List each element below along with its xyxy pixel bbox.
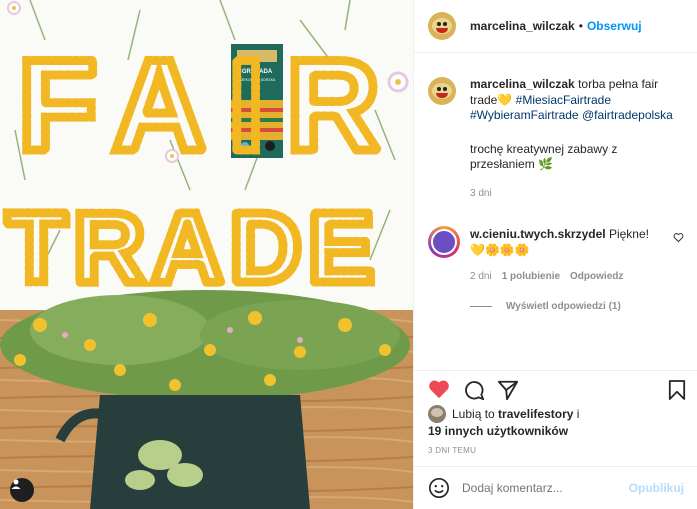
- likes-conj: i: [576, 407, 580, 421]
- heart-emoji: 💛: [497, 92, 513, 107]
- publish-button[interactable]: Opublikuj: [629, 481, 684, 495]
- comment-likes[interactable]: 1 polubienie: [502, 271, 560, 282]
- comment-input[interactable]: [462, 481, 629, 495]
- post-photo[interactable]: GRENADA CZEKOLADA GORZKA FAIR TRADE: [0, 0, 413, 509]
- save-bookmark-icon[interactable]: [668, 379, 686, 401]
- comment-meta: 2 dni 1 polubienie Odpowiedz: [470, 271, 684, 282]
- author-avatar[interactable]: [428, 12, 456, 40]
- leaf-emoji: 🌿: [538, 157, 553, 171]
- caption-body: marcelina_wilczak torba pełna fair trade…: [470, 77, 684, 201]
- action-bar: [414, 370, 697, 410]
- like-heart-icon[interactable]: [428, 379, 450, 399]
- comment-like-icon[interactable]: [673, 232, 684, 243]
- commenter-username[interactable]: w.cieniu.twych.skrzydel: [470, 227, 606, 241]
- comment-time[interactable]: 2 dni: [470, 271, 492, 282]
- comment-body: w.cieniu.twych.skrzydel Piękne! 💛🌼🌼🌼: [470, 226, 670, 258]
- caption-avatar[interactable]: [428, 77, 456, 105]
- lettering-word-fair: FAIR: [18, 32, 402, 178]
- commenter-avatar[interactable]: [428, 226, 460, 258]
- post-sidebar: marcelina_wilczak • Obserwuj marcelina_w…: [413, 0, 697, 509]
- caption-username[interactable]: marcelina_wilczak: [470, 77, 575, 91]
- hashtag-link[interactable]: #WybieramFairtrade: [470, 108, 579, 122]
- spilled-greens: [0, 290, 410, 400]
- caption: marcelina_wilczak torba pełna fair trade…: [428, 77, 684, 201]
- view-replies-button[interactable]: Wyświetl odpowiedzi (1): [470, 301, 684, 312]
- post-header: marcelina_wilczak • Obserwuj: [414, 0, 697, 53]
- hashtag-link[interactable]: #MiesiacFairtrade: [516, 93, 611, 107]
- tote-bag: [55, 395, 310, 509]
- liker-avatar[interactable]: [428, 405, 446, 423]
- caption-time[interactable]: 3 dni: [470, 186, 684, 202]
- comment-text: Piękne!: [608, 227, 649, 241]
- post-timestamp[interactable]: 3 DNI TEMU: [428, 446, 476, 455]
- view-replies-label: Wyświetl odpowiedzi (1): [506, 301, 621, 312]
- comments-list[interactable]: marcelina_wilczak torba pełna fair trade…: [414, 54, 697, 370]
- other-likers-link[interactable]: 19 innych użytkowników: [428, 424, 568, 438]
- tagged-users-icon[interactable]: [10, 478, 34, 502]
- likes-prefix: Lubią to: [452, 407, 495, 421]
- dandelion-lettering: FAIR TRADE: [2, 28, 402, 309]
- comment: w.cieniu.twych.skrzydel Piękne! 💛🌼🌼🌼: [428, 226, 684, 258]
- follow-button[interactable]: Obserwuj: [587, 19, 642, 33]
- lettering-word-trade: TRADE: [6, 192, 380, 304]
- add-comment-bar: Opublikuj: [414, 466, 697, 509]
- author-username[interactable]: marcelina_wilczak: [470, 19, 575, 33]
- emoji-icon[interactable]: [428, 477, 450, 499]
- mention-link[interactable]: @fairtradepolska: [582, 108, 673, 122]
- liker-username[interactable]: travelifestory: [498, 406, 573, 422]
- photo-illustration: GRENADA CZEKOLADA GORZKA FAIRTRADE: [0, 0, 413, 509]
- likes-summary: Lubią to travelifestory i 19 innych użyt…: [428, 405, 579, 439]
- reply-button[interactable]: Odpowiedz: [570, 271, 623, 282]
- comment-emojis: 💛🌼🌼🌼: [470, 243, 530, 257]
- share-icon[interactable]: [497, 379, 519, 401]
- separator-dot: •: [578, 19, 583, 33]
- comment-icon[interactable]: [463, 379, 485, 401]
